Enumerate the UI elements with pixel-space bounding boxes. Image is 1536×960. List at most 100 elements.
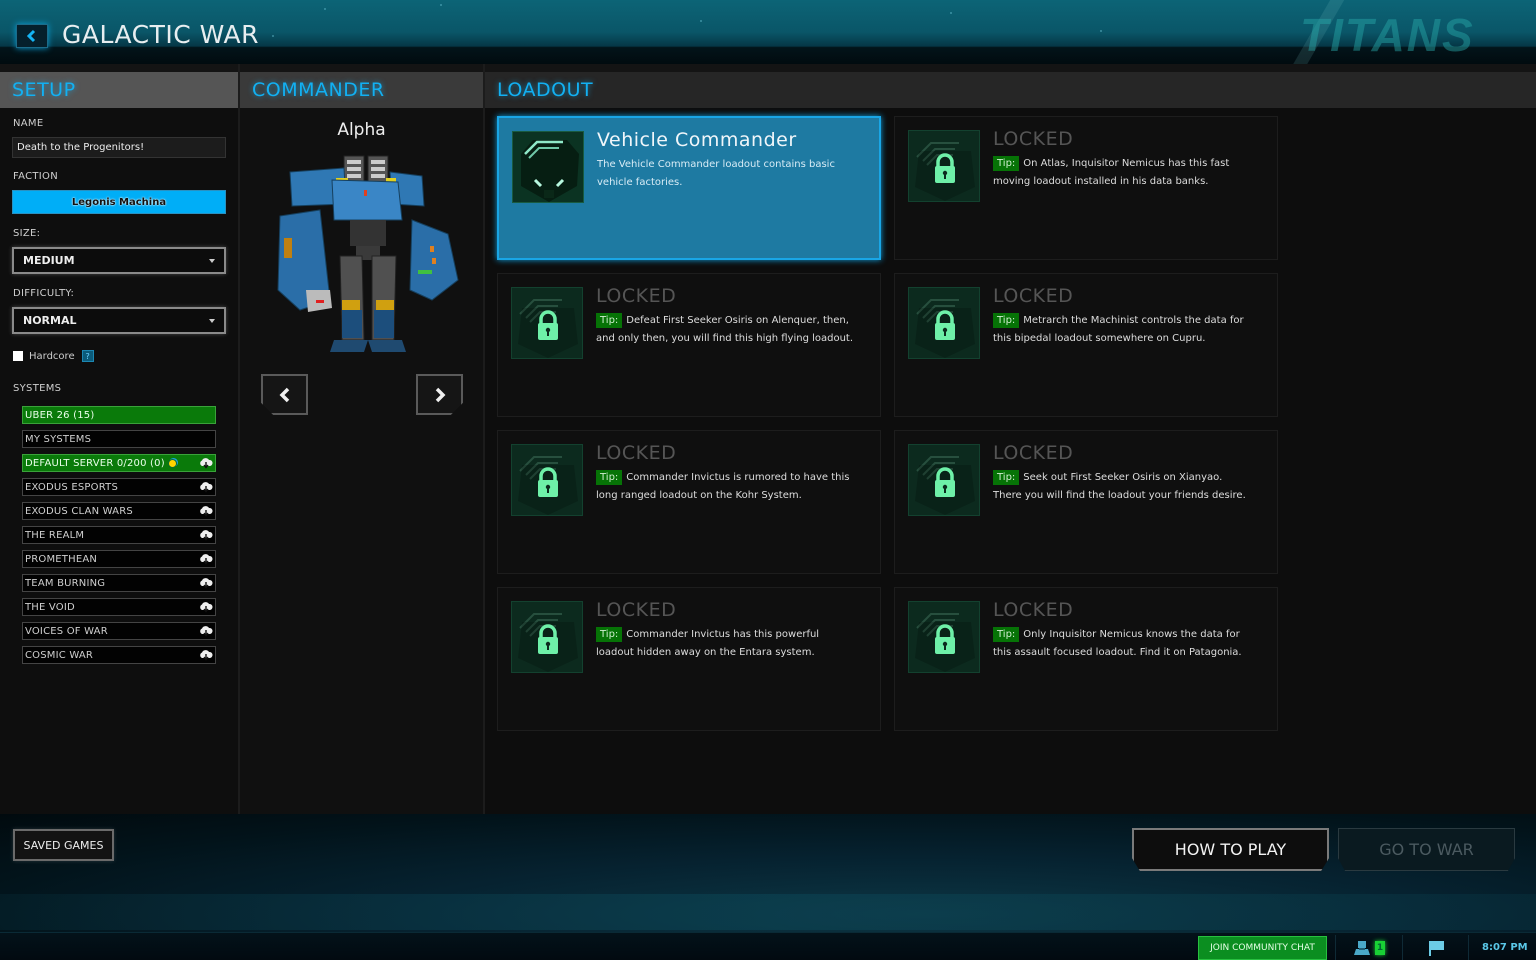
difficulty-dropdown[interactable]: NORMAL (12, 307, 226, 334)
back-button[interactable] (16, 24, 48, 48)
loadout-card-locked[interactable]: LOCKED Tip: Commander Invictus has this po… (497, 587, 881, 731)
system-item[interactable]: COSMIC WAR (22, 646, 216, 664)
system-item[interactable]: VOICES OF WAR (22, 622, 216, 640)
cloud-download-icon[interactable] (199, 602, 213, 613)
header-strip (0, 64, 1536, 72)
system-label: COSMIC WAR (25, 649, 94, 661)
flag-icon (1428, 941, 1444, 956)
cloud-download-icon[interactable] (199, 554, 213, 565)
next-commander-button[interactable] (416, 374, 463, 415)
friends-button[interactable]: 1 (1335, 935, 1402, 960)
cloud-download-icon[interactable] (199, 482, 213, 493)
loadout-card-locked[interactable]: LOCKED Tip: Seek out First Seeker Osiris o… (894, 430, 1278, 574)
chevron-left-icon (279, 387, 289, 402)
system-label: MY SYSTEMS (25, 433, 92, 445)
cloud-download-icon[interactable] (199, 626, 213, 637)
loadout-description: Tip: Only Inquisitor Nemicus knows the da… (993, 626, 1253, 662)
loadout-card-locked[interactable]: LOCKED Tip: Only Inquisitor Nemicus knows … (894, 587, 1278, 731)
friends-count-badge: 1 (1375, 941, 1385, 955)
tip-badge: Tip: (993, 156, 1020, 171)
clock: 8:07 PM (1482, 942, 1528, 953)
loadout-description-text: Seek out First Seeker Osiris on Xianyao.… (993, 472, 1246, 501)
difficulty-label: DIFFICULTY: (13, 288, 75, 299)
cloud-download-icon[interactable] (199, 578, 213, 589)
system-label: EXODUS ESPORTS (25, 481, 118, 493)
lock-icon (908, 130, 980, 202)
lock-icon (908, 444, 980, 516)
cloud-download-icon[interactable] (199, 530, 213, 541)
status-bar: JOIN COMMUNITY CHAT 1 8:07 PM (0, 932, 1536, 960)
loadout-description: Tip: On Atlas, Inquisitor Nemicus has thi… (993, 155, 1253, 191)
page-title: GALACTIC WAR (62, 20, 259, 49)
system-item[interactable]: PROMETHEAN (22, 550, 216, 568)
loadout-description-text: Only Inquisitor Nemicus knows the data f… (993, 629, 1242, 658)
loadout-description: Tip: Commander Invictus has this powerful… (596, 626, 856, 662)
loadout-title: Vehicle Commander (597, 129, 797, 151)
game-name-input[interactable] (12, 137, 226, 158)
galactic-war-screen: GALACTIC WAR TITANS SETUP COMMANDER LOAD… (0, 0, 1536, 960)
hardcore-label: Hardcore (29, 350, 75, 362)
hardcore-checkbox[interactable] (13, 351, 23, 361)
saved-games-button[interactable]: SAVED GAMES (13, 829, 114, 861)
help-icon[interactable]: ? (81, 350, 94, 362)
caret-down-icon (209, 319, 215, 323)
commander-robot-image (277, 155, 459, 352)
system-label: THE REALM (25, 529, 85, 541)
chevron-right-icon (435, 387, 445, 402)
tip-badge: Tip: (993, 627, 1020, 642)
size-value: MEDIUM (23, 254, 75, 267)
chevron-left-icon (26, 29, 36, 43)
system-item[interactable]: MY SYSTEMS (22, 430, 216, 448)
loadout-description-text: The Vehicle Commander loadout contains b… (597, 159, 835, 188)
size-label: SIZE: (13, 228, 41, 239)
systems-label: SYSTEMS (13, 383, 62, 394)
systems-list: UBER 26 (15) MY SYSTEMS DEFAULT SERVER 0/2… (22, 406, 216, 670)
loadout-card-locked[interactable]: LOCKED Tip: Metrarch the Machinist control… (894, 273, 1278, 417)
system-item[interactable]: DEFAULT SERVER 0/200 (0) (22, 454, 216, 472)
loadout-title: LOCKED (596, 442, 677, 464)
hardcore-option: Hardcore ? (13, 350, 94, 362)
commander-name: Alpha (337, 120, 386, 140)
loadout-description-text: Defeat First Seeker Osiris on Alenquer, … (596, 315, 854, 344)
cloud-download-icon[interactable] (199, 650, 213, 661)
lock-icon (908, 287, 980, 359)
section-header-commander: COMMANDER (240, 72, 483, 108)
loadout-title: LOCKED (993, 442, 1074, 464)
system-item[interactable]: EXODUS CLAN WARS (22, 502, 216, 520)
loadout-card-locked[interactable]: LOCKED Tip: Commander Invictus is rumored … (497, 430, 881, 574)
previous-commander-button[interactable] (261, 374, 308, 415)
system-item[interactable]: THE VOID (22, 598, 216, 616)
tip-badge: Tip: (993, 313, 1020, 328)
loadout-card-locked[interactable]: LOCKED Tip: On Atlas, Inquisitor Nemicus h… (894, 116, 1278, 260)
system-item[interactable]: TEAM BURNING (22, 574, 216, 592)
loadout-title: LOCKED (596, 599, 677, 621)
cloud-download-icon[interactable] (199, 506, 213, 517)
join-community-chat-button[interactable]: JOIN COMMUNITY CHAT (1198, 936, 1327, 960)
faction-label: FACTION (13, 171, 58, 182)
system-label: THE VOID (25, 601, 75, 613)
section-header-loadout: LOADOUT (485, 72, 1536, 108)
system-item[interactable]: UBER 26 (15) (22, 406, 216, 424)
faction-selector[interactable]: Legonis Machina (12, 190, 226, 214)
loadout-title: LOCKED (993, 128, 1074, 150)
loadout-description: Tip: Seek out First Seeker Osiris on Xian… (993, 469, 1253, 505)
loadout-title: LOCKED (596, 285, 677, 307)
loadout-description-text: Commander Invictus has this powerful loa… (596, 629, 820, 658)
tip-badge: Tip: (596, 313, 623, 328)
system-item[interactable]: EXODUS ESPORTS (22, 478, 216, 496)
cloud-download-icon[interactable] (199, 458, 213, 469)
vehicle-commander-icon (512, 131, 584, 203)
loadout-card-locked[interactable]: LOCKED Tip: Defeat First Seeker Osiris on … (497, 273, 881, 417)
size-dropdown[interactable]: MEDIUM (12, 247, 226, 274)
system-label: VOICES OF WAR (25, 625, 108, 637)
loadout-description-text: Commander Invictus is rumored to have th… (596, 472, 850, 501)
notifications-button[interactable] (1402, 935, 1468, 960)
go-to-war-button[interactable]: GO TO WAR (1338, 828, 1515, 871)
lock-icon (908, 601, 980, 673)
loadout-description: The Vehicle Commander loadout contains b… (597, 156, 857, 192)
loadout-title: LOCKED (993, 285, 1074, 307)
system-item[interactable]: THE REALM (22, 526, 216, 544)
top-header: GALACTIC WAR TITANS (0, 0, 1536, 64)
loadout-card[interactable]: Vehicle Commander The Vehicle Commander l… (497, 116, 881, 260)
how-to-play-button[interactable]: HOW TO PLAY (1132, 828, 1329, 871)
